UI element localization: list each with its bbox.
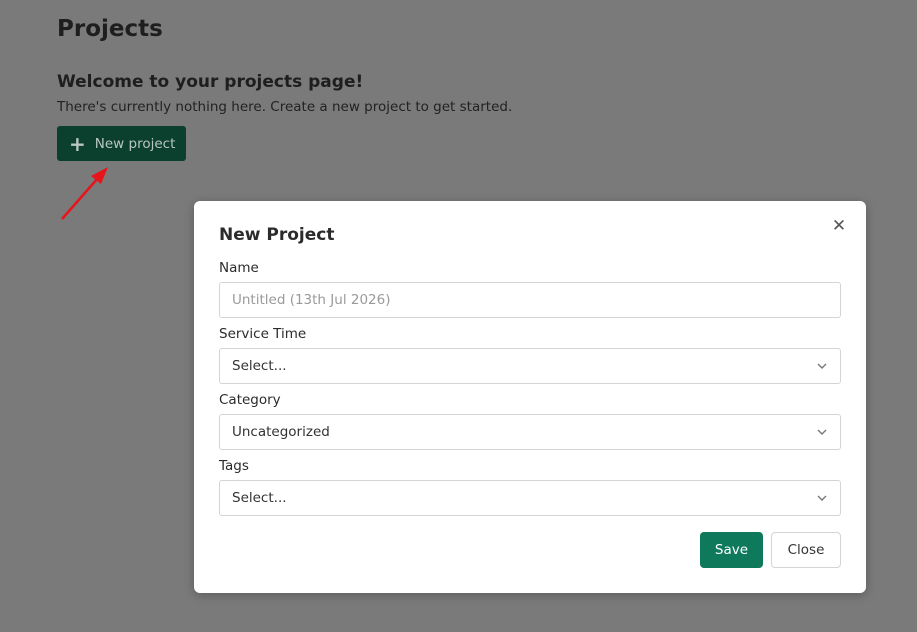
- category-label: Category: [219, 392, 281, 408]
- chevron-down-icon: [817, 429, 827, 435]
- save-button[interactable]: Save: [700, 532, 763, 568]
- category-value: Uncategorized: [232, 424, 330, 440]
- welcome-heading: Welcome to your projects page!: [57, 72, 364, 92]
- chevron-down-icon: [817, 363, 827, 369]
- tags-label: Tags: [219, 458, 249, 474]
- close-button[interactable]: Close: [771, 532, 841, 568]
- chevron-down-icon: [817, 495, 827, 501]
- welcome-text: There's currently nothing here. Create a…: [57, 99, 513, 115]
- new-project-label: New project: [94, 135, 176, 152]
- service-time-value: Select...: [232, 358, 287, 374]
- name-input[interactable]: [219, 282, 841, 318]
- plus-icon: +: [69, 131, 86, 156]
- modal-title: New Project: [219, 225, 335, 245]
- page-title: Projects: [57, 16, 163, 42]
- service-time-select[interactable]: Select...: [219, 348, 841, 384]
- tags-value: Select...: [232, 490, 287, 506]
- category-select[interactable]: Uncategorized: [219, 414, 841, 450]
- new-project-modal: New Project ✕ Name Service Time Select..…: [194, 201, 866, 593]
- service-time-label: Service Time: [219, 326, 307, 342]
- name-label: Name: [219, 260, 259, 276]
- tags-select[interactable]: Select...: [219, 480, 841, 516]
- close-icon[interactable]: ✕: [830, 217, 848, 235]
- new-project-button[interactable]: + New project: [57, 126, 186, 161]
